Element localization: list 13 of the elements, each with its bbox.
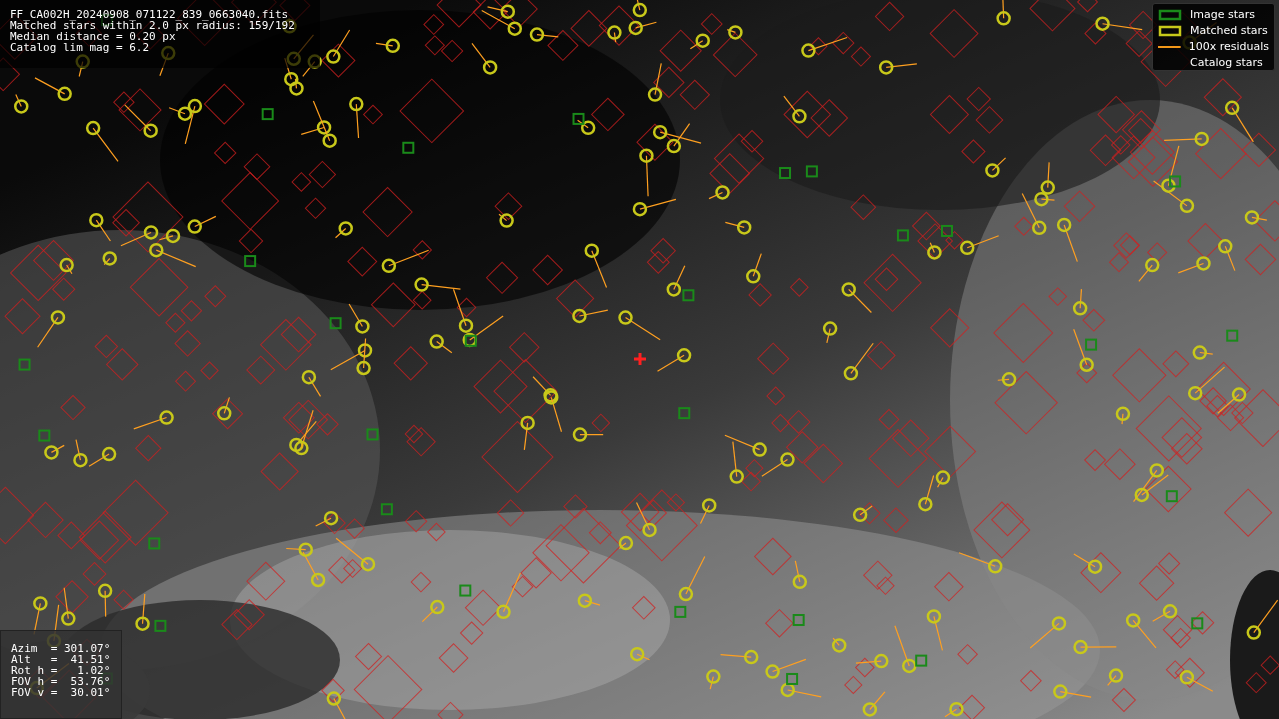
pointing-line: Rot h = 1.02° (11, 665, 111, 676)
pointing-line: Azim = 301.07° (11, 643, 111, 654)
pointing-line: FOV h = 53.76° (11, 676, 111, 687)
legend-label: Catalog stars (1190, 56, 1263, 69)
info-line: FF_CA002H_20240908_071122_839_0663040.fits (10, 9, 290, 20)
pointing-line: Alt = 41.51° (11, 654, 111, 665)
info-line: Matched stars within 2.0 px radius: 159/192 (10, 20, 296, 31)
info-line: Catalog lim mag = 6.2 (10, 42, 151, 53)
info-line: Median distance = 0.20 px (10, 31, 176, 42)
legend-label: Matched stars (1190, 24, 1268, 37)
legend-label: 100x residuals (1188, 40, 1269, 53)
pointing-line: FOV v = 30.01° (11, 687, 111, 698)
legend-label: Image stars (1190, 8, 1255, 21)
